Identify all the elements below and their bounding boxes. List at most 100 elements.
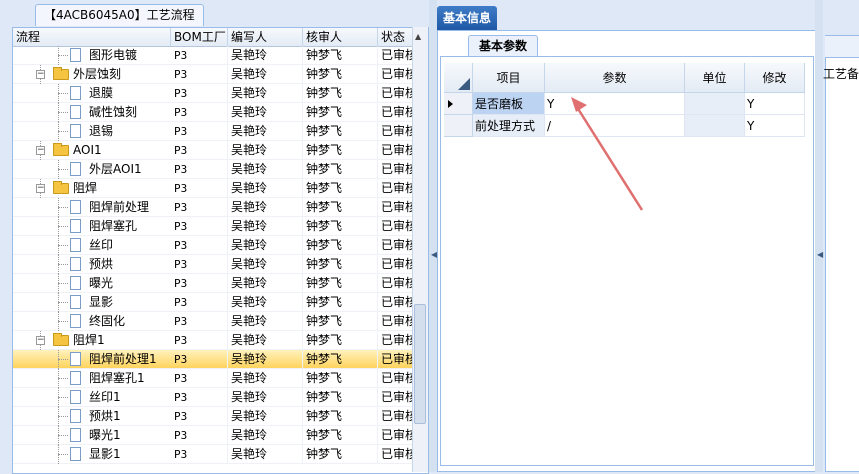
row-pointer-icon: [448, 100, 453, 108]
param-unit-cell[interactable]: [685, 115, 745, 137]
tree-node-label: 阻焊前处理1: [89, 352, 157, 366]
bom-factory-cell: P3: [171, 141, 228, 160]
splitter-arrow-icon[interactable]: ◀: [817, 250, 823, 259]
document-icon: [70, 86, 81, 100]
column-header-bom[interactable]: BOM工厂: [171, 28, 228, 46]
column-header-param[interactable]: 参数: [545, 63, 685, 93]
bom-factory-cell: P3: [171, 331, 228, 350]
tree-row[interactable]: 阻焊塞孔1 P3 吴艳玲 钟梦飞 已审核: [13, 369, 428, 388]
reviewer-cell: 钟梦飞: [303, 350, 378, 369]
tree-node-label: 预烘: [89, 257, 114, 271]
scroll-thumb[interactable]: [414, 304, 426, 424]
process-prep-panel: 工艺备: [823, 0, 859, 472]
tree-row[interactable]: 终固化 P3 吴艳玲 钟梦飞 已审核: [13, 312, 428, 331]
tree-row[interactable]: 阻焊前处理 P3 吴艳玲 钟梦飞 已审核: [13, 198, 428, 217]
column-header-writer[interactable]: 编写人: [228, 28, 303, 46]
tree-row[interactable]: 退锡 P3 吴艳玲 钟梦飞 已审核: [13, 122, 428, 141]
writer-cell: 吴艳玲: [228, 160, 303, 179]
param-unit-cell[interactable]: [685, 93, 745, 115]
tree-row[interactable]: 预烘 P3 吴艳玲 钟梦飞 已审核: [13, 255, 428, 274]
tree-node-label: 图形电镀: [89, 48, 138, 62]
writer-cell: 吴艳玲: [228, 445, 303, 464]
bom-factory-cell: P3: [171, 369, 228, 388]
bom-factory-cell: P3: [171, 217, 228, 236]
tree-row[interactable]: 丝印1 P3 吴艳玲 钟梦飞 已审核: [13, 388, 428, 407]
collapse-toggle-icon[interactable]: −: [36, 70, 45, 79]
reviewer-cell: 钟梦飞: [303, 426, 378, 445]
param-value-cell[interactable]: Y: [545, 93, 685, 115]
column-header-unit[interactable]: 单位: [685, 63, 745, 93]
document-icon: [70, 428, 81, 442]
tree-row[interactable]: 预烘1 P3 吴艳玲 钟梦飞 已审核: [13, 407, 428, 426]
writer-cell: 吴艳玲: [228, 198, 303, 217]
column-header-item[interactable]: 项目: [473, 63, 545, 93]
param-modify-cell[interactable]: Y: [745, 93, 805, 115]
param-item-cell[interactable]: 前处理方式: [473, 115, 545, 137]
tree-row[interactable]: 曝光 P3 吴艳玲 钟梦飞 已审核: [13, 274, 428, 293]
tree-row[interactable]: 图形电镀 P3 吴艳玲 钟梦飞 已审核: [13, 46, 428, 65]
tree-folder-row[interactable]: − 外层蚀刻 P3 吴艳玲 钟梦飞 已审核: [13, 65, 428, 84]
tree-row[interactable]: 丝印 P3 吴艳玲 钟梦飞 已审核: [13, 236, 428, 255]
process-prep-label[interactable]: 工艺备: [823, 65, 859, 82]
folder-icon: [53, 67, 69, 80]
collapse-toggle-icon[interactable]: −: [36, 336, 45, 345]
column-header-flow[interactable]: 流程: [13, 28, 171, 46]
bom-factory-cell: P3: [171, 293, 228, 312]
tree-row[interactable]: 外层AOI1 P3 吴艳玲 钟梦飞 已审核: [13, 160, 428, 179]
tree-line: [58, 397, 68, 398]
writer-cell: 吴艳玲: [228, 331, 303, 350]
bom-factory-cell: P3: [171, 407, 228, 426]
tree-row[interactable]: 阻焊塞孔 P3 吴艳玲 钟梦飞 已审核: [13, 217, 428, 236]
param-value-cell[interactable]: /: [545, 115, 685, 137]
tree-row[interactable]: 退膜 P3 吴艳玲 钟梦飞 已审核: [13, 84, 428, 103]
reviewer-cell: 钟梦飞: [303, 274, 378, 293]
param-modify-cell[interactable]: Y: [745, 115, 805, 137]
process-tree-grid: 流程 BOM工厂 编写人 核审人 状态 图形电镀 P3 吴艳玲 钟梦飞 已审核 − 外层蚀刻…: [12, 27, 429, 474]
tree-node-label: 阻焊1: [73, 333, 105, 347]
row-header[interactable]: [444, 93, 473, 115]
bom-factory-cell: P3: [171, 65, 228, 84]
reviewer-cell: 钟梦飞: [303, 198, 378, 217]
tree-row[interactable]: 显影1 P3 吴艳玲 钟梦飞 已审核: [13, 445, 428, 464]
process-flow-panel: 【4ACB6045A0】工艺流程 流程 BOM工厂 编写人 核审人 状态 图形电…: [0, 0, 430, 474]
tree-scrollbar[interactable]: ▲: [412, 27, 428, 472]
bom-factory-cell: P3: [171, 198, 228, 217]
process-flow-tab[interactable]: 【4ACB6045A0】工艺流程: [35, 4, 204, 26]
tree-line: [58, 302, 68, 303]
tree-node-label: 阻焊塞孔1: [89, 371, 145, 385]
collapse-toggle-icon[interactable]: −: [36, 184, 45, 193]
left-splitter[interactable]: ◀: [429, 0, 437, 472]
tree-line: [58, 131, 68, 132]
tree-node-label: 曝光: [89, 276, 114, 290]
reviewer-cell: 钟梦飞: [303, 407, 378, 426]
tree-node-label: 外层AOI1: [89, 162, 142, 176]
tree-node-label: 阻焊: [73, 181, 98, 195]
tree-folder-row[interactable]: − 阻焊 P3 吴艳玲 钟梦飞 已审核: [13, 179, 428, 198]
document-icon: [70, 276, 81, 290]
tree-folder-row[interactable]: − AOI1 P3 吴艳玲 钟梦飞 已审核: [13, 141, 428, 160]
tree-row[interactable]: 显影 P3 吴艳玲 钟梦飞 已审核: [13, 293, 428, 312]
param-item-cell[interactable]: 是否磨板: [473, 93, 545, 115]
column-header-reviewer[interactable]: 核审人: [303, 28, 378, 46]
row-header[interactable]: [444, 115, 473, 137]
collapse-toggle-icon[interactable]: −: [36, 146, 45, 155]
reviewer-cell: 钟梦飞: [303, 312, 378, 331]
reviewer-cell: 钟梦飞: [303, 65, 378, 84]
writer-cell: 吴艳玲: [228, 350, 303, 369]
scroll-up-icon[interactable]: ▲: [415, 32, 421, 41]
reviewer-cell: 钟梦飞: [303, 445, 378, 464]
right-splitter[interactable]: ◀: [815, 0, 823, 472]
tree-row[interactable]: 曝光1 P3 吴艳玲 钟梦飞 已审核: [13, 426, 428, 445]
tree-row[interactable]: 碱性蚀刻 P3 吴艳玲 钟梦飞 已审核: [13, 103, 428, 122]
tree-line: [58, 321, 68, 322]
tab-basic-info[interactable]: 基本信息: [437, 6, 498, 30]
column-header-modify[interactable]: 修改: [745, 63, 805, 93]
tree-node-label: 退锡: [89, 124, 114, 138]
tree-folder-row[interactable]: − 阻焊1 P3 吴艳玲 钟梦飞 已审核: [13, 331, 428, 350]
writer-cell: 吴艳玲: [228, 369, 303, 388]
right-tabbar: [825, 35, 859, 58]
tree-row[interactable]: 阻焊前处理1 P3 吴艳玲 钟梦飞 已审核: [13, 350, 428, 369]
tab-basic-params[interactable]: 基本参数: [468, 35, 539, 56]
reviewer-cell: 钟梦飞: [303, 46, 378, 65]
reviewer-cell: 钟梦飞: [303, 255, 378, 274]
